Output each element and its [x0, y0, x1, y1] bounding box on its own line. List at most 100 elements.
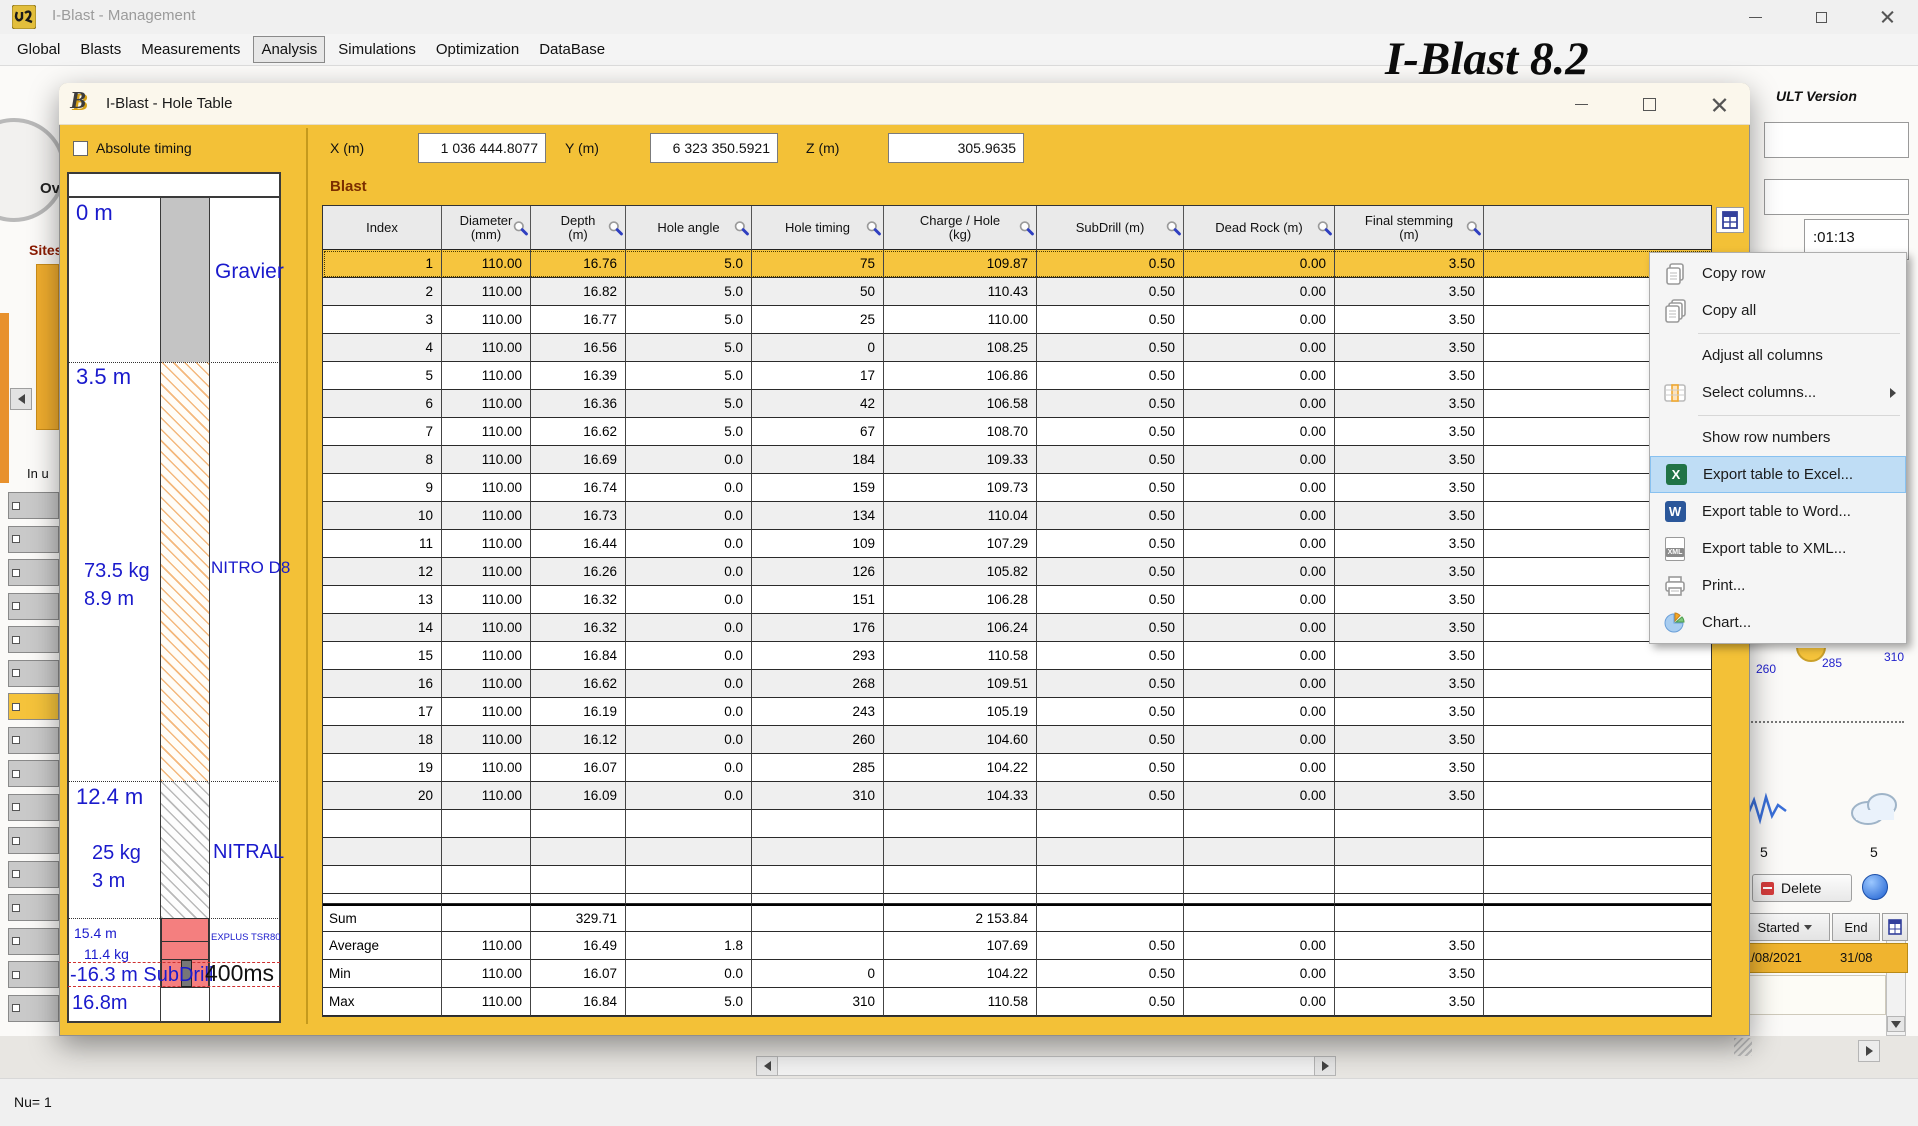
dialog-close-button[interactable]	[1700, 88, 1738, 120]
table-row-9[interactable]: 9110.0016.740.0159109.730.500.003.50	[323, 474, 1711, 502]
cell[interactable]: 0.50	[1037, 670, 1184, 698]
cell[interactable]: 0.00	[1184, 446, 1335, 474]
table-row-7[interactable]: 7110.0016.625.067108.700.500.003.50	[323, 418, 1711, 446]
cell[interactable]	[1484, 754, 1711, 782]
column-header-depth[interactable]: Depth (m)	[531, 206, 626, 250]
cell[interactable]: 3.50	[1335, 446, 1484, 474]
cell[interactable]: 16.44	[531, 530, 626, 558]
background-field-1[interactable]	[1764, 122, 1909, 158]
table-row-18[interactable]: 18110.0016.120.0260104.600.500.003.50	[323, 726, 1711, 754]
cell[interactable]: 310	[752, 782, 884, 810]
cell[interactable]	[1335, 810, 1484, 838]
cell[interactable]: 16.56	[531, 334, 626, 362]
cell[interactable]: 17	[752, 362, 884, 390]
cell[interactable]	[1484, 670, 1711, 698]
x-coordinate-field[interactable]: 1 036 444.8077	[418, 133, 546, 163]
table-row-19[interactable]: 19110.0016.070.0285104.220.500.003.50	[323, 754, 1711, 782]
cell[interactable]: 12	[323, 558, 442, 586]
cell[interactable]: 16.07	[531, 754, 626, 782]
cell[interactable]: 0.0	[626, 586, 752, 614]
cell[interactable]: 0.50	[1037, 474, 1184, 502]
column-header-diameter[interactable]: Diameter (mm)	[442, 206, 531, 250]
cell[interactable]	[1484, 782, 1711, 810]
cell[interactable]: 13	[323, 586, 442, 614]
cell[interactable]: 4	[323, 334, 442, 362]
cell[interactable]: 3.50	[1335, 782, 1484, 810]
cell[interactable]: 3.50	[1335, 278, 1484, 306]
cell[interactable]: 105.19	[884, 698, 1037, 726]
cell[interactable]: 7	[323, 418, 442, 446]
cell[interactable]: 108.70	[884, 418, 1037, 446]
cell[interactable]	[531, 866, 626, 894]
cell[interactable]: 3.50	[1335, 502, 1484, 530]
cell[interactable]: 25	[752, 306, 884, 334]
cell[interactable]: 3.50	[1335, 530, 1484, 558]
cell[interactable]	[1037, 810, 1184, 838]
cell[interactable]: 108.25	[884, 334, 1037, 362]
cell[interactable]: 5.0	[626, 362, 752, 390]
cell[interactable]: 110.00	[442, 502, 531, 530]
cell[interactable]: 0.50	[1037, 278, 1184, 306]
cell[interactable]: 110.00	[442, 530, 531, 558]
cell[interactable]: 0.00	[1184, 726, 1335, 754]
cell[interactable]: 16.32	[531, 614, 626, 642]
table-row-16[interactable]: 16110.0016.620.0268109.510.500.003.50	[323, 670, 1711, 698]
cell[interactable]: 3.50	[1335, 642, 1484, 670]
cell[interactable]: 3.50	[1335, 558, 1484, 586]
cell[interactable]: 0.50	[1037, 306, 1184, 334]
background-list-row[interactable]	[8, 928, 59, 955]
search-icon[interactable]	[733, 219, 750, 236]
cell[interactable]: 134	[752, 502, 884, 530]
cell[interactable]: 42	[752, 390, 884, 418]
cell[interactable]: 0.50	[1037, 446, 1184, 474]
cell[interactable]: 16.62	[531, 670, 626, 698]
cell[interactable]: 0.50	[1037, 530, 1184, 558]
collapse-left-button[interactable]	[10, 388, 32, 410]
background-list-row[interactable]	[8, 995, 59, 1022]
cell[interactable]: 16.19	[531, 698, 626, 726]
scroll-left-button[interactable]	[756, 1056, 778, 1076]
y-coordinate-field[interactable]: 6 323 350.5921	[650, 133, 778, 163]
cell[interactable]: 110.00	[442, 334, 531, 362]
cell[interactable]: 0.00	[1184, 362, 1335, 390]
cell[interactable]: 5.0	[626, 306, 752, 334]
column-header-hole-timing[interactable]: Hole timing	[752, 206, 884, 250]
cell[interactable]: 16.32	[531, 586, 626, 614]
cell[interactable]: 0.00	[1184, 334, 1335, 362]
background-list-row[interactable]	[8, 794, 59, 821]
cell[interactable]: 0.0	[626, 754, 752, 782]
cell[interactable]	[1484, 866, 1711, 894]
started-column-header[interactable]: Started	[1740, 913, 1830, 941]
cell[interactable]: 0.0	[626, 474, 752, 502]
cell[interactable]: 0.50	[1037, 614, 1184, 642]
cell[interactable]: 3.50	[1335, 726, 1484, 754]
cell[interactable]: 104.22	[884, 754, 1037, 782]
cell[interactable]: 0.00	[1184, 502, 1335, 530]
cell[interactable]: 110.00	[442, 250, 531, 278]
cell[interactable]: 104.60	[884, 726, 1037, 754]
cell[interactable]	[884, 838, 1037, 866]
menu-item-measurements[interactable]: Measurements	[134, 37, 247, 62]
cell[interactable]: 109.33	[884, 446, 1037, 474]
cell[interactable]: 5.0	[626, 334, 752, 362]
cell[interactable]: 110.00	[442, 698, 531, 726]
cell[interactable]: 2	[323, 278, 442, 306]
search-icon[interactable]	[1465, 219, 1482, 236]
cell[interactable]: 110.00	[442, 782, 531, 810]
cell[interactable]: 110.00	[442, 446, 531, 474]
table-row-5[interactable]: 5110.0016.395.017106.860.500.003.50	[323, 362, 1711, 390]
cell[interactable]: 5.0	[626, 250, 752, 278]
cell[interactable]: 0.00	[1184, 586, 1335, 614]
table-row-20[interactable]: 20110.0016.090.0310104.330.500.003.50	[323, 782, 1711, 810]
cell[interactable]: 110.00	[442, 754, 531, 782]
cell[interactable]: 110.00	[884, 306, 1037, 334]
cell[interactable]: 0.00	[1184, 614, 1335, 642]
delete-button[interactable]: Delete	[1752, 874, 1852, 902]
column-header-subdrill-m-[interactable]: SubDrill (m)	[1037, 206, 1184, 250]
context-menu-item-adjust-all-columns[interactable]: Adjust all columns	[1650, 337, 1906, 374]
cell[interactable]: 110.00	[442, 586, 531, 614]
menu-item-global[interactable]: Global	[10, 37, 67, 62]
background-list-row[interactable]	[8, 593, 59, 620]
search-icon[interactable]	[865, 219, 882, 236]
cell[interactable]: 184	[752, 446, 884, 474]
